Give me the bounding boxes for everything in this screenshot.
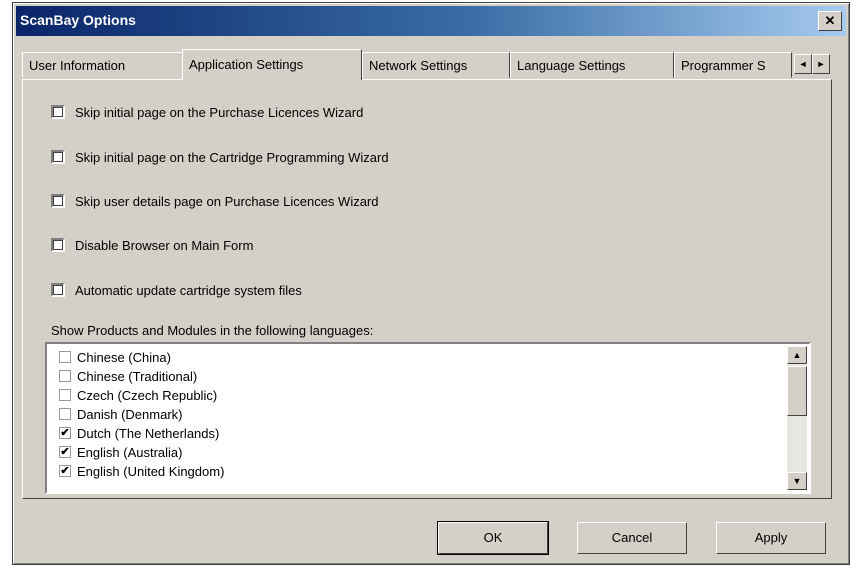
option-skip-user-details[interactable]: Skip user details page on Purchase Licen… xyxy=(51,191,379,211)
languages-label: Show Products and Modules in the followi… xyxy=(51,323,374,338)
close-icon[interactable]: ✕ xyxy=(818,11,842,31)
tab-scroll-left-icon[interactable]: ◄ xyxy=(794,54,812,74)
list-item-label: Dutch (The Netherlands) xyxy=(77,425,220,441)
option-skip-cartridge-initial[interactable]: Skip initial page on the Cartridge Progr… xyxy=(51,147,389,167)
checkbox[interactable] xyxy=(51,105,65,119)
list-item[interactable]: Chinese (China) xyxy=(59,348,171,366)
list-item-label: English (United Kingdom) xyxy=(77,463,225,479)
tab-strip: User Information Application Settings Ne… xyxy=(22,49,832,80)
list-checkbox[interactable]: ✔ xyxy=(59,465,71,477)
list-item[interactable]: Czech (Czech Republic) xyxy=(59,386,217,404)
checkbox[interactable] xyxy=(51,194,65,208)
cancel-button[interactable]: Cancel xyxy=(577,522,687,554)
list-checkbox[interactable] xyxy=(59,351,71,363)
tab-network-settings[interactable]: Network Settings xyxy=(362,52,510,78)
scroll-thumb[interactable] xyxy=(787,366,807,416)
list-item[interactable]: ✔ English (United Kingdom) xyxy=(59,462,224,480)
tab-user-information[interactable]: User Information xyxy=(22,52,184,78)
option-auto-update[interactable]: Automatic update cartridge system files xyxy=(51,280,302,300)
list-item[interactable]: Chinese (Traditional) xyxy=(59,367,197,385)
option-label: Skip initial page on the Purchase Licenc… xyxy=(75,104,364,120)
list-item-label: English (Australia) xyxy=(77,444,183,460)
list-item-label: Chinese (China) xyxy=(77,349,171,365)
tab-programmer-settings[interactable]: Programmer S xyxy=(674,52,792,78)
list-checkbox[interactable] xyxy=(59,408,71,420)
list-item[interactable]: ✔ English (Australia) xyxy=(59,443,183,461)
list-checkbox[interactable] xyxy=(59,370,71,382)
option-label: Skip user details page on Purchase Licen… xyxy=(75,193,379,209)
window-title: ScanBay Options xyxy=(20,12,136,28)
list-checkbox[interactable]: ✔ xyxy=(59,427,71,439)
option-label: Disable Browser on Main Form xyxy=(75,237,254,253)
list-item-label: Chinese (Traditional) xyxy=(77,368,198,384)
list-item-label: Danish (Denmark) xyxy=(77,406,183,422)
option-label: Automatic update cartridge system files xyxy=(75,282,302,298)
tab-scroll-right-icon[interactable]: ► xyxy=(812,54,830,74)
list-checkbox[interactable] xyxy=(59,389,71,401)
ok-button[interactable]: OK xyxy=(437,521,549,555)
tab-application-settings[interactable]: Application Settings xyxy=(182,49,362,80)
title-bar[interactable]: ScanBay Options ✕ xyxy=(16,6,846,36)
option-skip-purchase-initial[interactable]: Skip initial page on the Purchase Licenc… xyxy=(51,102,363,122)
scroll-down-icon[interactable]: ▼ xyxy=(787,472,807,490)
checkbox[interactable] xyxy=(51,283,65,297)
list-item[interactable]: ✔ Dutch (The Netherlands) xyxy=(59,424,219,442)
list-item-label: Czech (Czech Republic) xyxy=(77,387,218,403)
option-disable-browser[interactable]: Disable Browser on Main Form xyxy=(51,235,253,255)
list-checkbox[interactable]: ✔ xyxy=(59,446,71,458)
option-label: Skip initial page on the Cartridge Progr… xyxy=(75,149,389,165)
application-settings-panel: Skip initial page on the Purchase Licenc… xyxy=(22,79,832,499)
scroll-up-icon[interactable]: ▲ xyxy=(787,346,807,364)
apply-button[interactable]: Apply xyxy=(716,522,826,554)
list-item[interactable]: Danish (Denmark) xyxy=(59,405,182,423)
languages-listbox[interactable]: Chinese (China) Chinese (Traditional) Cz… xyxy=(45,342,811,494)
tab-language-settings[interactable]: Language Settings xyxy=(510,52,674,78)
list-scrollbar[interactable]: ▲ ▼ xyxy=(787,346,807,490)
checkbox[interactable] xyxy=(51,238,65,252)
checkbox[interactable] xyxy=(51,150,65,164)
